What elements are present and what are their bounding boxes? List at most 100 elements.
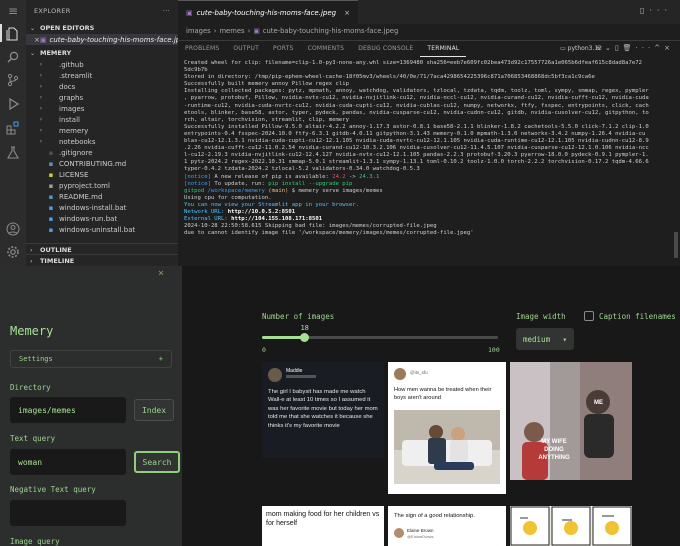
app-sidebar: × Memery Settings + Directory images/mem…: [0, 266, 182, 546]
settings-gear-icon[interactable]: [6, 245, 20, 259]
terminal-line: [notice] To update, run: pip install --u…: [184, 180, 353, 187]
open-editors-section[interactable]: ⌄ OPEN EDITORS: [26, 22, 178, 34]
breadcrumb-item[interactable]: cute-baby-touching-his-moms-face.jpeg: [263, 27, 399, 35]
tab-problems[interactable]: PROBLEMS: [178, 41, 226, 57]
avatar: [394, 368, 406, 380]
result-image[interactable]: [510, 506, 632, 546]
tweet-text: The sign of a good relationship.: [394, 513, 475, 519]
workspace-section[interactable]: ⌄ MEMERY: [26, 47, 178, 59]
result-image[interactable]: @its_sfu How men wanna be treated when t…: [388, 362, 506, 494]
url-link[interactable]: http://10.0.5.2:8501: [228, 209, 295, 215]
tree-item-label: windows-uninstall.bat: [59, 225, 136, 234]
negative-query-input[interactable]: [10, 500, 126, 526]
folder-item[interactable]: › .streamlit: [26, 70, 178, 81]
maximize-icon[interactable]: ^: [654, 44, 664, 52]
breadcrumb-item[interactable]: images: [186, 27, 211, 35]
image-file-icon: ▣: [39, 35, 47, 44]
file-item[interactable]: ▪ pyproject.toml: [26, 180, 178, 191]
result-image[interactable]: Maddie The girl I babysit has made me wa…: [262, 362, 384, 458]
explorer-icon[interactable]: [6, 27, 20, 41]
terminal-output[interactable]: Created wheel for clip: filename=clip-1.…: [184, 60, 678, 264]
close-panel-icon[interactable]: ×: [664, 44, 674, 52]
folder-item[interactable]: › install: [26, 114, 178, 125]
testing-icon[interactable]: [6, 146, 20, 160]
breadcrumb-item[interactable]: memes: [219, 27, 244, 35]
terminal-line: rch, altair, torchvision, streamlit, cli…: [184, 116, 350, 123]
terminal-line: Created wheel for clip: filename=clip-1.…: [184, 60, 643, 66]
directory-input[interactable]: images/memes: [10, 397, 126, 423]
editor-actions[interactable]: ▯···: [640, 6, 672, 15]
run-debug-icon[interactable]: [6, 97, 20, 111]
more-actions-icon[interactable]: ···: [163, 7, 170, 15]
open-editor-item[interactable]: × ▣ cute-baby-touching-his-moms-face.jpe…: [26, 34, 178, 45]
file-icon: ▪: [48, 225, 54, 234]
folder-item[interactable]: › memery: [26, 125, 178, 136]
url-link[interactable]: http://104.155.108.171:8501: [231, 216, 322, 222]
tab-debug-console[interactable]: DEBUG CONSOLE: [351, 41, 420, 57]
file-icon: ▪: [48, 159, 54, 168]
terminal-line: Stored in directory: /tmp/pip-ephem-whee…: [184, 74, 595, 81]
extensions-icon[interactable]: [6, 121, 20, 135]
slider-min: 0: [262, 346, 266, 354]
open-editors-label: OPEN EDITORS: [40, 24, 95, 32]
terminal-line: Network URL: http://10.0.5.2:8501: [184, 209, 678, 216]
file-item[interactable]: ▪ LICENSE: [26, 169, 178, 180]
add-terminal-icon[interactable]: +⌄: [595, 44, 615, 52]
index-button[interactable]: Index: [134, 399, 174, 421]
file-icon: ▪: [48, 148, 54, 157]
timeline-section[interactable]: › TIMELINE: [26, 254, 178, 266]
folder-item[interactable]: › .github: [26, 59, 178, 70]
tab-output[interactable]: OUTPUT: [226, 41, 266, 57]
folder-item[interactable]: › images: [26, 103, 178, 114]
folder-item[interactable]: › docs: [26, 81, 178, 92]
app-title: Memery: [10, 324, 54, 338]
source-control-icon[interactable]: [6, 73, 20, 87]
screenshot-frame: ≡ EXPLORER ··· ⌄ OPEN EDITORS × ▣ cute-b…: [0, 0, 680, 546]
result-image[interactable]: The sign of a good relationship. Elaine …: [388, 506, 506, 546]
terminal-scrollbar[interactable]: [674, 232, 678, 258]
image-width-select[interactable]: medium ▾: [516, 328, 574, 350]
file-item[interactable]: ▪ windows-run.bat: [26, 213, 178, 224]
slider-handle[interactable]: [300, 333, 310, 342]
menu-icon[interactable]: ≡: [6, 4, 20, 18]
close-sidebar-icon[interactable]: ×: [158, 268, 164, 279]
search-icon[interactable]: [6, 50, 20, 64]
folder-item[interactable]: › graphs: [26, 92, 178, 103]
caption-checkbox[interactable]: [584, 311, 594, 321]
panel-actions[interactable]: +⌄▯🗑···^×: [595, 44, 674, 52]
more-actions-icon[interactable]: ···: [649, 6, 672, 15]
tree-item-label: images: [59, 104, 85, 113]
tab-comments[interactable]: COMMENTS: [301, 41, 352, 57]
caption-label[interactable]: Caption filenames: [599, 311, 679, 323]
split-editor-icon[interactable]: ▯: [640, 6, 649, 15]
folder-item[interactable]: › notebooks: [26, 136, 178, 147]
text-query-input[interactable]: woman: [10, 449, 126, 475]
tab-terminal[interactable]: TERMINAL: [420, 41, 467, 57]
workspace-label: MEMERY: [40, 49, 72, 57]
chevron-right-icon: ›: [30, 257, 33, 265]
editor-tab-label: cute-baby-touching-his-moms-face.jpeg: [196, 8, 337, 17]
file-item[interactable]: ▪ CONTRIBUTING.md: [26, 158, 178, 169]
trash-icon[interactable]: 🗑: [623, 44, 636, 52]
chevron-right-icon: ›: [30, 246, 33, 254]
more-actions-icon[interactable]: ···: [636, 44, 655, 52]
split-terminal-icon[interactable]: ▯: [615, 44, 623, 52]
result-image[interactable]: ME MY WIFE DOING ANYTHING: [510, 362, 632, 480]
terminal-highlight: 24.2: [332, 173, 346, 180]
tree-item-label: graphs: [59, 93, 84, 102]
num-images-slider[interactable]: [262, 333, 498, 342]
image-width-value: medium: [523, 334, 551, 344]
result-image[interactable]: mom making food for her children vs for …: [262, 506, 384, 546]
image-file-icon: ▣: [186, 8, 193, 17]
tab-ports[interactable]: PORTS: [266, 41, 301, 57]
file-item[interactable]: ▪ windows-uninstall.bat: [26, 224, 178, 235]
account-icon[interactable]: [6, 222, 20, 236]
search-button[interactable]: Search: [134, 451, 180, 473]
file-item[interactable]: ▪ README.md: [26, 191, 178, 202]
file-item[interactable]: ▪ .gitignore: [26, 147, 178, 158]
editor-tab[interactable]: ▣ cute-baby-touching-his-moms-face.jpeg …: [178, 0, 358, 24]
close-tab-icon[interactable]: ×: [344, 9, 350, 17]
settings-expander[interactable]: Settings +: [10, 350, 172, 368]
file-item[interactable]: ▪ windows-install.bat: [26, 202, 178, 213]
outline-label: OUTLINE: [40, 246, 72, 254]
